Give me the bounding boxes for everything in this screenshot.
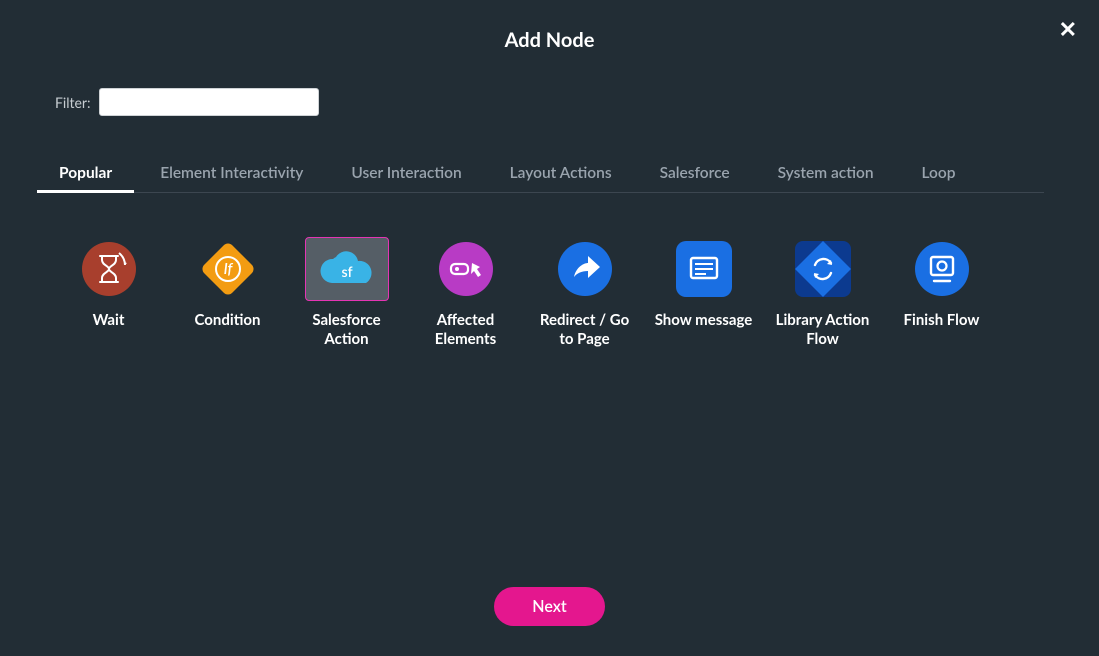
tabs: Popular Element Interactivity User Inter… <box>55 156 1044 193</box>
node-label: Redirect / Go to Page <box>531 311 638 349</box>
filter-input[interactable] <box>99 88 319 116</box>
redirect-arrow-icon <box>557 241 613 297</box>
node-label: Salesforce Action <box>293 311 400 349</box>
condition-icon: If <box>200 241 256 297</box>
node-condition[interactable]: If Condition <box>174 237 281 349</box>
node-library-action-flow[interactable]: Library Action Flow <box>769 237 876 349</box>
hourglass-icon <box>81 241 137 297</box>
salesforce-cloud-icon: sf <box>318 247 376 291</box>
next-button[interactable]: Next <box>494 587 604 626</box>
node-redirect[interactable]: Redirect / Go to Page <box>531 237 638 349</box>
svg-text:sf: sf <box>341 263 352 280</box>
tab-user-interaction[interactable]: User Interaction <box>347 156 465 192</box>
node-label: Wait <box>93 311 125 330</box>
filter-label: Filter: <box>55 94 91 111</box>
svg-text:If: If <box>223 260 233 278</box>
message-icon <box>676 241 732 297</box>
flow-refresh-icon <box>795 241 851 297</box>
node-label: Condition <box>195 311 261 330</box>
filter-row: Filter: <box>55 88 1044 116</box>
node-label: Affected Elements <box>412 311 519 349</box>
tab-layout-actions[interactable]: Layout Actions <box>506 156 616 192</box>
tab-loop[interactable]: Loop <box>918 156 960 192</box>
tab-salesforce[interactable]: Salesforce <box>656 156 734 192</box>
tab-system-action[interactable]: System action <box>774 156 878 192</box>
node-label: Finish Flow <box>904 311 980 330</box>
modal-footer: Next <box>0 587 1099 626</box>
node-grid: Wait If Condition sf Salesforce Action <box>55 237 1044 349</box>
node-label: Show message <box>655 311 753 330</box>
node-salesforce-action[interactable]: sf Salesforce Action <box>293 237 400 349</box>
node-label: Library Action Flow <box>769 311 876 349</box>
node-affected-elements[interactable]: Affected Elements <box>412 237 519 349</box>
node-wait[interactable]: Wait <box>55 237 162 349</box>
finish-flow-icon <box>914 241 970 297</box>
tab-popular[interactable]: Popular <box>55 156 116 192</box>
node-show-message[interactable]: Show message <box>650 237 757 349</box>
add-node-modal: Add Node ✕ Filter: Popular Element Inter… <box>0 0 1099 656</box>
tab-element-interactivity[interactable]: Element Interactivity <box>156 156 307 192</box>
close-button[interactable]: ✕ <box>1059 18 1077 40</box>
affected-elements-icon <box>438 241 494 297</box>
modal-title: Add Node <box>55 0 1044 52</box>
node-finish-flow[interactable]: Finish Flow <box>888 237 995 349</box>
